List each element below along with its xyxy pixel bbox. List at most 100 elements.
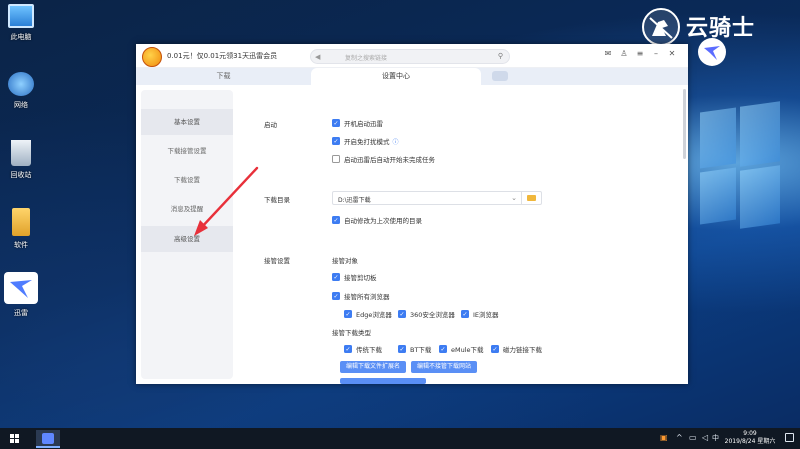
checkbox-checked-icon[interactable]: ✓	[491, 345, 499, 353]
folder-icon	[527, 195, 536, 201]
notification-icon[interactable]	[785, 433, 794, 442]
tray-app-icon[interactable]: ▣	[660, 433, 668, 442]
recycle-bin-icon	[11, 140, 31, 166]
option-takeover-clipboard[interactable]: ✓ 接管剪切板	[332, 272, 377, 282]
scrollbar-thumb[interactable]	[683, 89, 686, 159]
scrollbar[interactable]	[683, 89, 686, 382]
option-type-emule[interactable]: ✓ eMule下载	[439, 344, 484, 354]
settings-sidebar: 基本设置 下载接管设置 下载设置 消息及提醒 高级设置	[141, 90, 233, 379]
checkbox-checked-icon[interactable]: ✓	[439, 345, 447, 353]
desktop-icon-label: 软件	[14, 241, 28, 249]
xunlei-icon	[4, 272, 38, 304]
desktop-icon-label: 此电脑	[10, 33, 32, 41]
checkbox-checked-icon[interactable]: ✓	[332, 292, 340, 300]
clock-time: 9:09	[743, 430, 757, 437]
tab-settings-center[interactable]: 设置中心	[311, 68, 481, 85]
close-icon[interactable]: ✕	[666, 49, 678, 58]
desktop-icon-computer[interactable]: 此电脑	[2, 4, 40, 42]
option-label: 开机启动迅雷	[344, 120, 383, 128]
checkbox-checked-icon[interactable]: ✓	[344, 345, 352, 353]
option-type-magnet[interactable]: ✓ 磁力链接下载	[491, 344, 542, 354]
checkbox-checked-icon[interactable]: ✓	[332, 119, 340, 127]
new-tab-button[interactable]	[492, 71, 508, 81]
sidebar-item-basic[interactable]: 基本设置	[141, 109, 233, 135]
option-label: 接管所有浏览器	[344, 293, 390, 301]
user-avatar[interactable]	[142, 47, 162, 67]
option-takeover-all-browsers[interactable]: ✓ 接管所有浏览器	[332, 291, 390, 301]
tab-bar: 下载 设置中心	[136, 68, 688, 85]
option-label: 自动修改为上次使用的目录	[344, 217, 422, 225]
taskbar-xunlei-app[interactable]	[36, 430, 60, 448]
info-icon[interactable]: ⓘ	[393, 137, 399, 146]
checkbox-unchecked-icon[interactable]	[332, 155, 340, 163]
desktop-icon-recycle-bin[interactable]: 回收站	[2, 140, 40, 180]
menu-icon[interactable]: ≡	[634, 49, 646, 58]
chevron-up-icon[interactable]: ^	[676, 433, 683, 442]
search-icon[interactable]: ⚲	[498, 52, 503, 60]
edit-excluded-sites-button[interactable]: 编辑不接管下载网站	[411, 361, 477, 373]
chevron-down-icon[interactable]: ⌄	[511, 194, 517, 202]
option-auto-resume[interactable]: 启动迅雷后自动开始未完成任务	[332, 154, 435, 164]
option-label: 接管剪切板	[344, 274, 377, 282]
checkbox-checked-icon[interactable]: ✓	[332, 137, 340, 145]
desktop-icon-label: 迅雷	[14, 309, 28, 317]
checkbox-checked-icon[interactable]: ✓	[332, 216, 340, 224]
option-browser-360[interactable]: ✓ 360安全浏览器	[398, 309, 455, 319]
search-bar[interactable]: ◀ 复制之搜索链接 ⚲	[310, 49, 510, 64]
sidebar-item-download[interactable]: 下载设置	[141, 167, 233, 193]
folder-icon	[12, 208, 30, 236]
section-takeover-label: 接管设置	[264, 257, 290, 265]
option-label: BT下载	[410, 346, 432, 354]
option-do-not-disturb[interactable]: ✓ 开启免打扰模式 ⓘ	[332, 136, 399, 146]
option-browser-ie[interactable]: ✓ IE浏览器	[461, 309, 499, 319]
title-bar: 0.01元！仅0.01元领31天迅雷会员 ◀ 复制之搜索链接 ⚲ ✉ ♙ ≡ –…	[136, 44, 688, 68]
checkbox-checked-icon[interactable]: ✓	[398, 345, 406, 353]
ime-indicator[interactable]: 中	[712, 433, 719, 443]
windows-logo-watermark	[700, 101, 780, 230]
speaker-icon[interactable]: ◁	[702, 433, 708, 442]
checkbox-checked-icon[interactable]: ✓	[398, 310, 406, 318]
desktop-icon-label: 网络	[14, 101, 28, 109]
desktop-icon-xunlei[interactable]: 迅雷	[2, 272, 40, 318]
option-browser-edge[interactable]: ✓ Edge浏览器	[344, 309, 392, 319]
promo-text[interactable]: 0.01元！仅0.01元领31天迅雷会员	[167, 51, 277, 61]
desktop-icon-network[interactable]: 网络	[2, 72, 40, 110]
edit-extensions-button[interactable]: 编辑下载文件扩展名	[340, 361, 406, 373]
section-startup-label: 启动	[264, 121, 277, 129]
option-auto-change-dir[interactable]: ✓ 自动修改为上次使用的目录	[332, 215, 422, 225]
option-label: 360安全浏览器	[410, 311, 455, 319]
xunlei-window: 0.01元！仅0.01元领31天迅雷会员 ◀ 复制之搜索链接 ⚲ ✉ ♙ ≡ –…	[136, 44, 688, 384]
browse-folder-button[interactable]	[521, 192, 541, 204]
download-dir-select[interactable]: D:\迅雷下载 ⌄	[332, 191, 542, 205]
option-label: 传统下载	[356, 346, 382, 354]
clock[interactable]: 9:09 2019/8/24 星期六	[720, 430, 780, 446]
option-label: Edge浏览器	[356, 311, 392, 319]
mail-icon[interactable]: ✉	[602, 49, 614, 58]
back-arrow-icon[interactable]: ◀	[315, 53, 320, 61]
checkbox-checked-icon[interactable]: ✓	[461, 310, 469, 318]
option-label: 启动迅雷后自动开始未完成任务	[344, 156, 435, 164]
option-label: 开启免打扰模式	[344, 138, 390, 146]
xunlei-icon	[42, 433, 54, 444]
windows-start-icon[interactable]	[10, 434, 20, 444]
takeover-objects-title: 接管对象	[332, 257, 358, 265]
sidebar-item-advanced[interactable]: 高级设置	[141, 226, 233, 252]
desktop-icon-software[interactable]: 软件	[2, 208, 40, 250]
option-type-bt[interactable]: ✓ BT下载	[398, 344, 431, 354]
sidebar-item-notifications[interactable]: 消息及提醒	[141, 196, 233, 222]
network-icon[interactable]: ▭	[689, 433, 697, 442]
minimize-icon[interactable]: –	[650, 49, 662, 58]
checkbox-checked-icon[interactable]: ✓	[332, 273, 340, 281]
sidebar-item-download-takeover[interactable]: 下载接管设置	[141, 138, 233, 164]
download-dir-value: D:\迅雷下载	[338, 197, 371, 204]
option-type-traditional[interactable]: ✓ 传统下载	[344, 344, 382, 354]
computer-icon	[8, 4, 34, 28]
option-auto-start[interactable]: ✓ 开机启动迅雷	[332, 118, 383, 128]
checkbox-checked-icon[interactable]: ✓	[344, 310, 352, 318]
partial-hidden-button[interactable]	[340, 378, 426, 384]
section-download-dir-label: 下载目录	[264, 196, 290, 204]
tab-download[interactable]: 下载	[136, 68, 311, 85]
taskbar: ▣ ^ ▭ ◁ 中 9:09 2019/8/24 星期六	[0, 428, 800, 449]
shirt-skin-icon[interactable]: ♙	[618, 49, 630, 58]
clock-date: 2019/8/24 星期六	[724, 438, 776, 445]
